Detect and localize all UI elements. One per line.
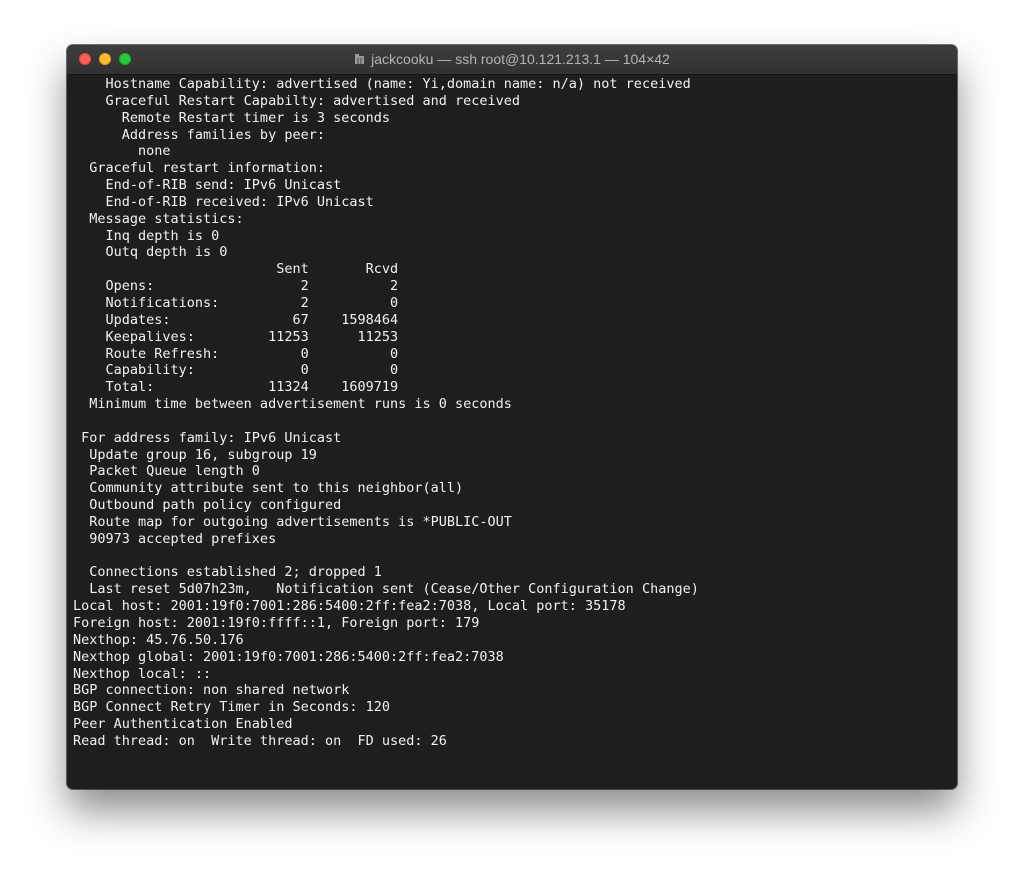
terminal-line: Update group 16, subgroup 19 (73, 446, 317, 463)
terminal-window: jackcooku — ssh root@10.121.213.1 — 104×… (67, 45, 957, 789)
terminal-line: Route Refresh: 0 0 (73, 345, 399, 362)
terminal-line: Packet Queue length 0 (73, 463, 260, 480)
terminal-line: Community attribute sent to this neighbo… (73, 480, 464, 497)
terminal-line: Graceful restart information: (73, 160, 325, 177)
terminal-line: Total: 11324 1609719 (73, 379, 399, 396)
folder-icon (355, 54, 365, 64)
terminal-line: Capability: 0 0 (73, 362, 399, 379)
terminal-line: Local host: 2001:19f0:7001:286:5400:2ff:… (73, 598, 626, 615)
terminal-line: Route map for outgoing advertisements is… (73, 513, 512, 530)
terminal-line: Minimum time between advertisement runs … (73, 396, 512, 413)
terminal-line: Address families by peer: (73, 126, 325, 143)
terminal-line: Remote Restart timer is 3 seconds (73, 109, 390, 126)
terminal-line: Last reset 5d07h23m, Notification sent (… (73, 581, 699, 598)
terminal-line: Connections established 2; dropped 1 (73, 564, 382, 581)
title-bar[interactable]: jackcooku — ssh root@10.121.213.1 — 104×… (67, 45, 957, 75)
terminal-line: BGP connection: non shared network (73, 682, 350, 699)
terminal-line: Keepalives: 11253 11253 (73, 328, 399, 345)
terminal-line: Sent Rcvd (73, 261, 399, 278)
terminal-line: Peer Authentication Enabled (73, 716, 293, 733)
terminal-line: For address family: IPv6 Unicast (73, 429, 342, 446)
terminal-line: Hostname Capability: advertised (name: Y… (73, 76, 691, 92)
terminal-line: Nexthop: 45.76.50.176 (73, 631, 244, 648)
terminal-output[interactable]: Hostname Capability: advertised (name: Y… (73, 76, 951, 782)
terminal-line: Outq depth is 0 (73, 244, 228, 261)
window-title-text: jackcooku — ssh root@10.121.213.1 — 104×… (371, 51, 670, 67)
terminal-line: Inq depth is 0 (73, 227, 220, 244)
terminal-line: Updates: 67 1598464 (73, 311, 399, 328)
terminal-line: none (73, 143, 171, 160)
terminal-line: Graceful Restart Capabilty: advertised a… (73, 92, 521, 109)
window-title: jackcooku — ssh root@10.121.213.1 — 104×… (67, 51, 957, 68)
terminal-line: Outbound path policy configured (73, 497, 342, 514)
terminal-line: 90973 accepted prefixes (73, 530, 277, 547)
terminal-line: End-of-RIB send: IPv6 Unicast (73, 177, 342, 194)
terminal-line: Message statistics: (73, 210, 244, 227)
terminal-line: Opens: 2 2 (73, 278, 399, 295)
terminal-line: Read thread: on Write thread: on FD used… (73, 732, 447, 749)
terminal-line: Nexthop global: 2001:19f0:7001:286:5400:… (73, 648, 504, 665)
terminal-line: Nexthop local: :: (73, 665, 212, 682)
terminal-line: BGP Connect Retry Timer in Seconds: 120 (73, 699, 390, 716)
terminal-line: Foreign host: 2001:19f0:ffff::1, Foreign… (73, 615, 480, 631)
terminal-line: End-of-RIB received: IPv6 Unicast (73, 193, 374, 210)
terminal-line: Notifications: 2 0 (73, 294, 399, 311)
